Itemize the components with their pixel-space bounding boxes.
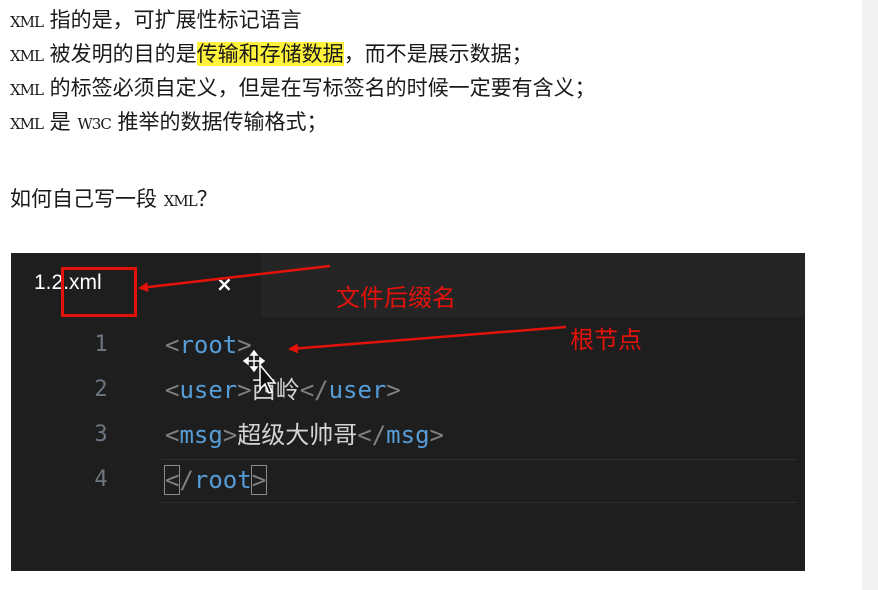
- root-annotation-label: 根节点: [570, 326, 642, 354]
- arrow-to-suffix: [138, 264, 331, 293]
- suffix-annotation-label: 文件后缀名: [336, 284, 456, 312]
- arrow-to-root: [288, 325, 567, 354]
- mouse-cursor-icon: [242, 349, 277, 394]
